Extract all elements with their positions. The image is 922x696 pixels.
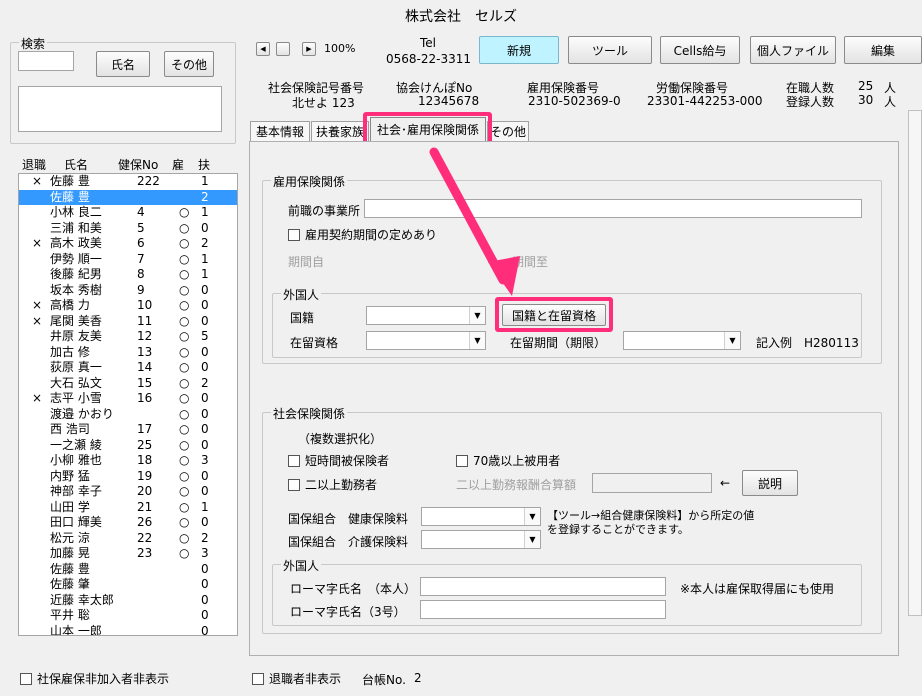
ledger-label: 台帳No. [362, 673, 406, 687]
hide-retired-label: 退職者非表示 [269, 672, 342, 686]
annotation-arrow-line [429, 147, 508, 285]
annotation-arrow-head [488, 256, 520, 296]
hide-unenrolled-box[interactable] [20, 672, 32, 685]
hide-unenrolled-checkbox[interactable]: 社保雇保非加入者非表示 [20, 670, 169, 687]
hide-unenrolled-label: 社保雇保非加入者非表示 [37, 672, 170, 686]
annotation-arrow [429, 147, 520, 296]
hide-retired-box[interactable] [252, 672, 264, 685]
ledger-no: 2 [414, 671, 422, 685]
hide-retired-checkbox[interactable]: 退職者非表示 [252, 670, 341, 687]
